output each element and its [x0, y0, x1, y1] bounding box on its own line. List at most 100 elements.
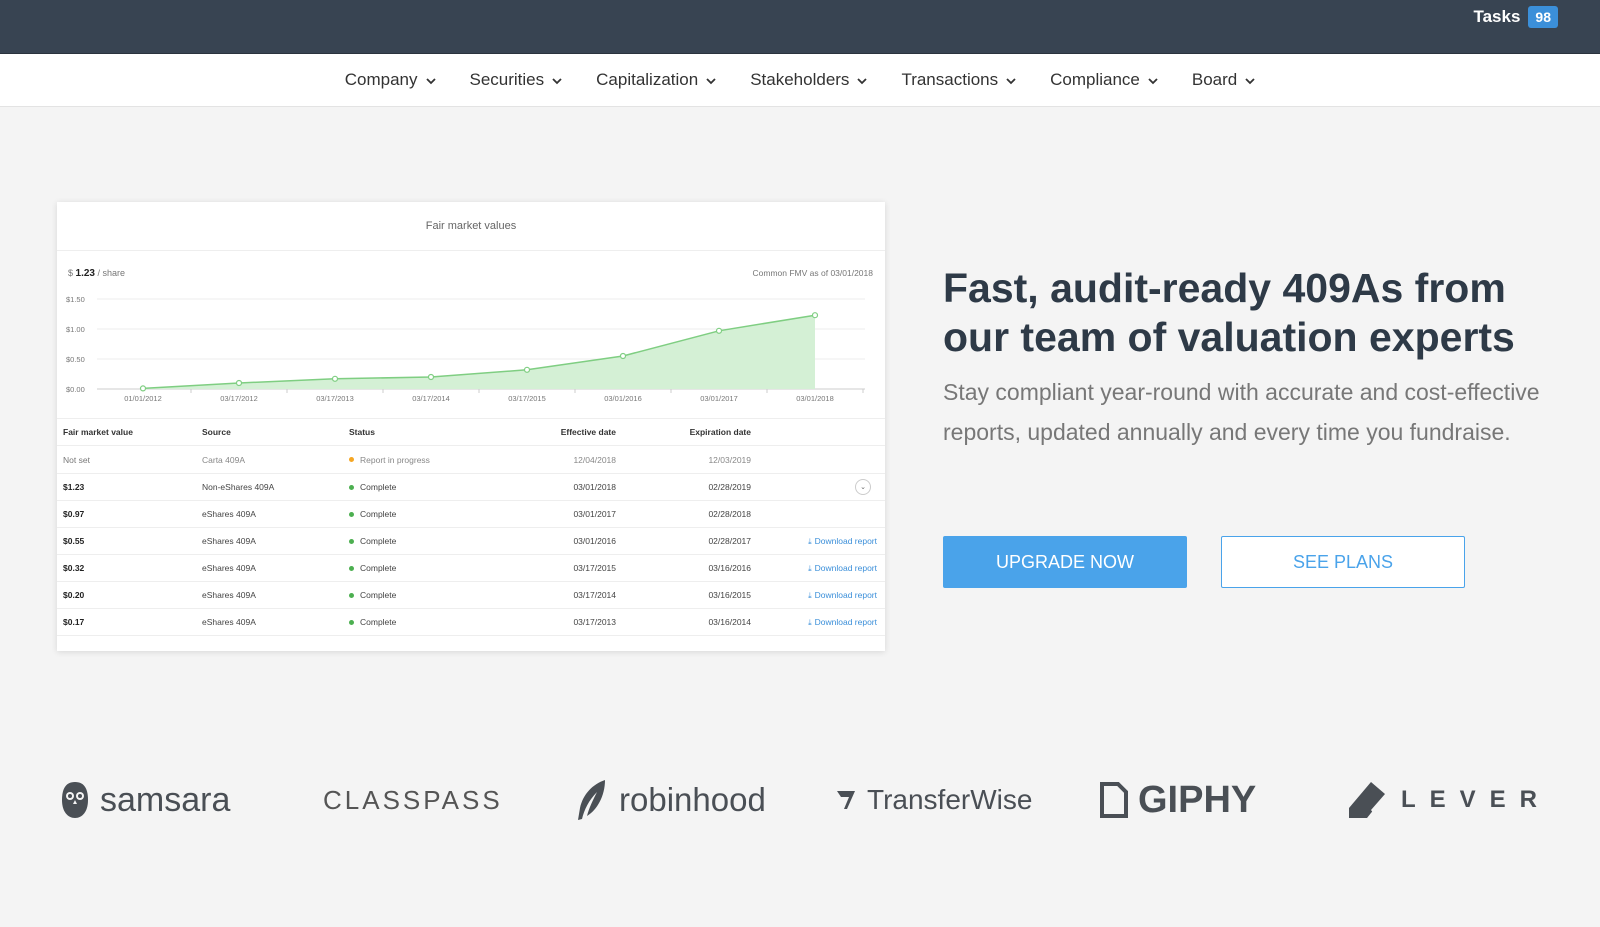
price-suffix: / share — [97, 268, 126, 278]
nav-item-label: Stakeholders — [750, 70, 850, 89]
hero-title: Fast, audit-ready 409As from our team of… — [943, 265, 1515, 360]
data-point[interactable] — [523, 366, 531, 373]
source-cell: eShares 409A — [202, 536, 256, 546]
data-point[interactable] — [619, 352, 627, 360]
download-report-link[interactable]: Download report — [815, 590, 877, 600]
samsara-wordmark: samsara — [100, 780, 231, 819]
status-dot-icon — [349, 592, 354, 598]
chevron-down-icon — [1245, 77, 1255, 85]
nav-item-label: Compliance — [1050, 70, 1140, 89]
download-report-link[interactable]: Download report — [815, 563, 877, 573]
hero: Fast, audit-ready 409As from our team of… — [943, 264, 1543, 452]
fmv-cell: $0.17 — [63, 617, 85, 627]
page-icon — [1100, 782, 1128, 818]
data-point[interactable] — [139, 385, 147, 392]
effective-date-cell: 03/01/2018 — [573, 482, 616, 492]
table-row[interactable]: Not set Carta 409A Report in progress 12/04… — [57, 446, 885, 474]
nav-item-securities[interactable]: Securities — [453, 70, 580, 90]
table-body: Not set Carta 409A Report in progress 12/04… — [57, 446, 885, 636]
expiration-date-cell: 02/28/2018 — [708, 509, 751, 519]
main-nav: Company Securities Capitalization Stakeh… — [0, 54, 1600, 107]
status-dot-icon — [349, 457, 354, 462]
nav-item-label: Transactions — [901, 70, 999, 89]
nav-item-transactions[interactable]: Transactions — [884, 70, 1033, 90]
lever-logo: LEVER — [1347, 770, 1551, 830]
giphy-logo: GIPHY — [1100, 770, 1256, 830]
expiration-date-cell: 02/28/2017 — [708, 536, 751, 546]
source-cell: Carta 409A — [202, 454, 245, 465]
data-point[interactable] — [331, 375, 339, 382]
data-point[interactable] — [811, 312, 819, 319]
fmv-cell: $1.23 — [63, 482, 85, 492]
data-point[interactable] — [235, 379, 243, 387]
status-cell: Complete — [349, 482, 506, 492]
download-icon: ⤓ — [808, 617, 812, 627]
header-expiration-date[interactable]: Expiration date — [626, 427, 771, 437]
nav-item-board[interactable]: Board — [1175, 70, 1272, 90]
fmv-note: Common FMV as of 03/01/2018 — [752, 268, 873, 278]
nav-item-company[interactable]: Company — [328, 70, 453, 90]
status-cell: Complete — [349, 563, 506, 573]
table-row[interactable]: $0.97 eShares 409A Complete 03/01/2017 02/28… — [57, 501, 885, 528]
top-bar: Tasks 98 — [0, 0, 1600, 54]
header-status[interactable]: Status — [349, 427, 506, 437]
classpass-wordmark: CLASSPASS — [323, 784, 503, 815]
customer-logos: samsara CLASSPASS robinhood TransferWise… — [0, 770, 1600, 830]
samsara-logo: samsara — [60, 770, 230, 830]
owl-icon — [62, 782, 88, 818]
transferwise-wordmark: TransferWise — [867, 784, 1033, 815]
status-label: Complete — [360, 509, 397, 519]
classpass-logo: CLASSPASS — [323, 770, 503, 830]
action-cell: ⌄ — [771, 479, 885, 495]
download-report-link[interactable]: Download report — [815, 617, 877, 627]
expand-row-icon[interactable]: ⌄ — [855, 479, 871, 495]
table-row[interactable]: $0.55 eShares 409A Complete 03/01/2016 02/28… — [57, 528, 885, 555]
data-point[interactable] — [715, 327, 723, 334]
table-row[interactable]: $0.17 eShares 409A Complete 03/17/2013 03/16… — [57, 609, 885, 636]
nav-item-capitalization[interactable]: Capitalization — [579, 70, 733, 90]
tasks-button[interactable]: Tasks 98 — [1473, 6, 1558, 28]
see-plans-button[interactable]: SEE PLANS — [1221, 536, 1465, 588]
chevron-down-icon — [706, 77, 716, 85]
status-dot-icon — [349, 565, 354, 571]
nav-item-label: Board — [1191, 70, 1238, 89]
expiration-date-cell: 03/16/2016 — [708, 563, 751, 573]
table-row[interactable]: $0.32 eShares 409A Complete 03/17/2015 03/16… — [57, 555, 885, 582]
source-cell: eShares 409A — [202, 590, 256, 600]
download-report-link[interactable]: Download report — [815, 536, 877, 546]
price-value: 1.23 — [75, 268, 95, 279]
header-effective-date[interactable]: Effective date — [506, 427, 626, 437]
x-tick-label: 03/01/2018 — [796, 394, 834, 403]
x-tick-label: 03/17/2013 — [316, 394, 354, 403]
nav-item-stakeholders[interactable]: Stakeholders — [733, 70, 884, 90]
expiration-date-cell: 03/16/2014 — [708, 617, 751, 627]
feather-icon — [578, 780, 605, 820]
effective-date-cell: 03/17/2015 — [573, 563, 616, 573]
upgrade-now-button[interactable]: UPGRADE NOW — [943, 536, 1187, 588]
expiration-date-cell: 12/03/2019 — [708, 454, 751, 465]
x-tick-label: 03/17/2015 — [508, 394, 546, 403]
robinhood-wordmark: robinhood — [619, 781, 766, 818]
header-source[interactable]: Source — [202, 427, 349, 437]
price-per-share: $ 1.23 / share — [68, 268, 125, 279]
source-cell: eShares 409A — [202, 509, 256, 519]
table-row[interactable]: $1.23 Non-eShares 409A Complete 03/01/2018 0… — [57, 474, 885, 501]
action-cell: ⤓ Download report — [771, 617, 885, 628]
robinhood-logo: robinhood — [575, 770, 766, 830]
header-fmv[interactable]: Fair market value — [57, 427, 202, 437]
table-header: Fair market value Source Status Effectiv… — [57, 419, 885, 446]
action-cell: ⤓ Download report — [771, 563, 885, 574]
nav-item-compliance[interactable]: Compliance — [1033, 70, 1175, 90]
x-tick-label: 03/01/2017 — [700, 394, 738, 403]
action-cell: ⤓ Download report — [771, 536, 885, 547]
transferwise-logo: TransferWise — [835, 770, 1032, 830]
table-row[interactable]: $0.20 eShares 409A Complete 03/17/2014 03/16… — [57, 582, 885, 609]
fmv-cell: $0.20 — [63, 590, 85, 600]
fmv-card: Fair market values $0.00 $0.50 $1.00 $1.50 0… — [57, 202, 885, 651]
nav-item-label: Capitalization — [596, 70, 699, 89]
status-dot-icon — [349, 619, 354, 625]
data-point[interactable] — [427, 373, 435, 381]
y-tick-label: $1.50 — [66, 295, 85, 304]
effective-date-cell: 03/01/2017 — [573, 509, 616, 519]
status-label: Complete — [360, 617, 397, 627]
